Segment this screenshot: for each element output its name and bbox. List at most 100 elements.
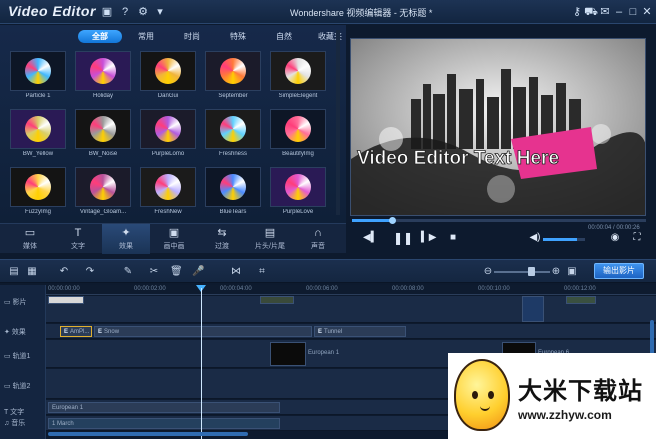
effect-label: Particle 1 bbox=[25, 93, 51, 99]
chevron-down-icon[interactable]: ▾ bbox=[153, 5, 167, 19]
effect-thumbnail[interactable]: Particle 1 bbox=[10, 51, 66, 101]
category-tab[interactable]: 全部 bbox=[78, 30, 122, 43]
effect-thumbnail[interactable]: Freshness bbox=[205, 109, 261, 159]
tick-label: 00:00:10:00 bbox=[478, 286, 510, 292]
mode-bar: ▭ 媒体 T 文字 ✦ 效果 ▣ 画中画 ⇆ 过渡 ▤ 片头/片尾 ∩ 声音 bbox=[0, 223, 346, 254]
minimize-icon[interactable]: – bbox=[612, 5, 626, 19]
mode-tab[interactable]: ▣ 画中画 bbox=[150, 224, 198, 254]
track-label: ▭ 影片 bbox=[4, 297, 27, 307]
pause-icon[interactable]: ❚❚ bbox=[393, 231, 413, 245]
effect-thumbnail[interactable]: BeautifyImg bbox=[270, 109, 326, 159]
effect-thumbnail[interactable]: BlueTears bbox=[205, 167, 261, 217]
settings-icon[interactable]: ⚙ bbox=[136, 5, 150, 19]
maximize-icon[interactable]: □ bbox=[626, 5, 640, 19]
fit-timeline-icon[interactable]: ▣ bbox=[566, 266, 578, 278]
category-tab[interactable]: 特殊 bbox=[216, 30, 260, 43]
effect-thumbnail[interactable]: DanGui bbox=[140, 51, 196, 101]
zoom-in-icon[interactable]: ⊕ bbox=[550, 266, 562, 278]
key-icon[interactable]: ⚷ bbox=[570, 5, 584, 19]
effect-preview-image bbox=[10, 109, 66, 149]
effect-thumbnail[interactable]: Holiday bbox=[75, 51, 131, 101]
mode-tab[interactable]: ∩ 声音 bbox=[294, 224, 342, 254]
export-button[interactable]: 输出影片 bbox=[594, 263, 644, 279]
delete-icon[interactable]: 🗑 bbox=[170, 266, 183, 278]
seek-bar[interactable] bbox=[352, 217, 646, 224]
category-tab[interactable]: 自然 bbox=[262, 30, 306, 43]
effect-thumbnail[interactable]: Vintage_Gloam... bbox=[75, 167, 131, 217]
zoom-out-icon[interactable]: ⊖ bbox=[482, 266, 494, 278]
category-tab[interactable]: 常用 bbox=[124, 30, 168, 43]
effect-thumbnail[interactable]: SimpleElegent bbox=[270, 51, 326, 101]
track-video[interactable] bbox=[46, 296, 656, 323]
undo-icon[interactable]: ↶ bbox=[58, 266, 70, 278]
timeline-ruler[interactable]: 00:00:00:00 00:00:02:00 00:00:04:00 00:00:0… bbox=[46, 285, 656, 295]
track-icon: ✦ bbox=[4, 329, 12, 336]
mode-tab[interactable]: ✦ 效果 bbox=[102, 224, 150, 254]
effect-clip[interactable]: E Snow bbox=[94, 326, 312, 337]
stop-icon[interactable]: ■ bbox=[446, 231, 460, 245]
effect-clip[interactable]: E AmPl... bbox=[60, 326, 92, 337]
mode-label: 媒体 bbox=[23, 243, 37, 250]
track-effects[interactable]: E AmPl... E Snow E Tunnel bbox=[46, 324, 656, 339]
storyboard-view-icon[interactable]: ▤ bbox=[8, 266, 20, 278]
fullscreen-icon[interactable]: ⛶ bbox=[630, 231, 644, 245]
close-icon[interactable]: ✕ bbox=[640, 5, 654, 19]
volume-icon[interactable]: ◀) bbox=[528, 231, 542, 245]
video-clip[interactable] bbox=[48, 296, 84, 304]
text-clip[interactable]: European 1 bbox=[48, 402, 280, 413]
effects-panel: 全部 常用 时尚 特殊 自然 收藏夹 Particle 1 Holiday DanGui Sep… bbox=[0, 25, 346, 223]
effect-thumbnail[interactable]: BW_Yellow bbox=[10, 109, 66, 159]
cart-icon[interactable]: ⛟ bbox=[584, 5, 598, 19]
split-icon[interactable]: ⋈ bbox=[230, 266, 242, 278]
timeline-view-icon[interactable]: ▦ bbox=[26, 266, 38, 278]
effect-thumbnail[interactable]: PurpleLomo bbox=[140, 109, 196, 159]
mode-label: 声音 bbox=[311, 243, 325, 250]
effect-thumbnail[interactable]: FuzzyImg bbox=[10, 167, 66, 217]
effect-preview-image bbox=[75, 51, 131, 91]
effect-preview-image bbox=[140, 109, 196, 149]
step-back-icon[interactable]: ◀▍ bbox=[363, 231, 378, 245]
track-label-text: 轨道1 bbox=[12, 353, 31, 360]
effect-preview-image bbox=[205, 51, 261, 91]
mode-tab[interactable]: ▤ 片头/片尾 bbox=[246, 224, 294, 254]
category-tab[interactable]: 收藏夹 bbox=[308, 30, 352, 43]
mode-tab[interactable]: ▭ 媒体 bbox=[6, 224, 54, 254]
effect-thumbnail[interactable]: BW_Noise bbox=[75, 109, 131, 159]
redo-icon[interactable]: ↷ bbox=[84, 266, 96, 278]
effect-clip[interactable]: E Tunnel bbox=[314, 326, 406, 337]
help-icon[interactable]: ? bbox=[118, 5, 132, 19]
category-tab[interactable]: 时尚 bbox=[170, 30, 214, 43]
video-clip[interactable] bbox=[566, 296, 596, 304]
effect-label: PurpleLove bbox=[282, 209, 314, 215]
zoom-knob[interactable] bbox=[528, 267, 535, 276]
record-icon[interactable]: 🎤 bbox=[192, 266, 204, 278]
crop-icon[interactable]: ⌗ bbox=[256, 266, 268, 278]
flower-icon bbox=[155, 116, 181, 142]
timeline-scrollbar[interactable] bbox=[48, 432, 248, 436]
playhead[interactable] bbox=[201, 288, 202, 439]
chat-icon[interactable]: ✉ bbox=[598, 5, 612, 19]
mode-tab[interactable]: ⇆ 过渡 bbox=[198, 224, 246, 254]
track-label: T 文字 bbox=[4, 407, 24, 417]
snapshot-icon[interactable]: ◉ bbox=[608, 231, 622, 245]
seek-knob[interactable] bbox=[389, 217, 397, 224]
track-label: ♫ 音乐 bbox=[4, 418, 25, 428]
video-clip[interactable] bbox=[260, 296, 294, 304]
effect-thumbnail[interactable]: PurpleLove bbox=[270, 167, 326, 217]
timeline-toolbar: ▤ ▦ ↶ ↷ ✎ ✂ 🗑 🎤 ⋈ ⌗ ⊖ ⊕ ▣ bbox=[0, 259, 656, 283]
video-clip[interactable] bbox=[270, 342, 306, 366]
zoom-slider[interactable] bbox=[494, 271, 550, 273]
track-label-text: 音乐 bbox=[11, 420, 26, 427]
effect-thumbnail[interactable]: September bbox=[205, 51, 261, 101]
volume-slider[interactable] bbox=[543, 238, 585, 241]
save-icon[interactable]: ▣ bbox=[100, 5, 114, 19]
flower-icon bbox=[220, 58, 246, 84]
effect-thumbnail[interactable]: FreshNew bbox=[140, 167, 196, 217]
mascot-logo-icon bbox=[454, 359, 510, 431]
step-forward-icon[interactable]: ▍▶ bbox=[421, 231, 436, 245]
mode-tab[interactable]: T 文字 bbox=[54, 224, 102, 254]
video-clip[interactable] bbox=[522, 296, 544, 322]
edit-icon[interactable]: ✎ bbox=[122, 266, 134, 278]
music-clip[interactable]: 1 March bbox=[48, 418, 280, 429]
cut-icon[interactable]: ✂ bbox=[148, 266, 160, 278]
